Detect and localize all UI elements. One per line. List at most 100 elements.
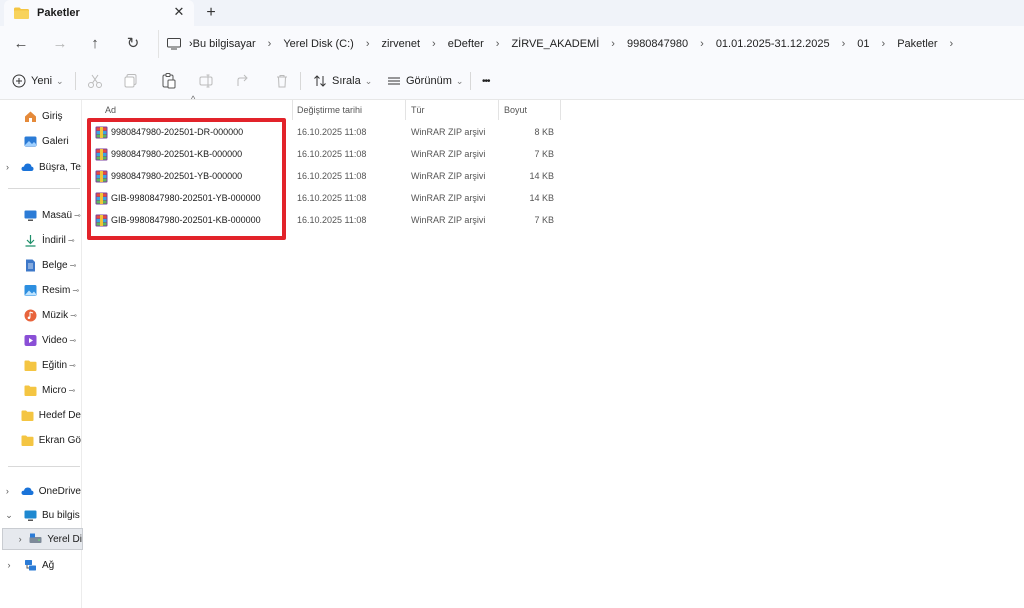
sidebar-item-label: İndiril — [42, 234, 66, 246]
close-tab-icon[interactable]: ✕ — [172, 5, 186, 19]
file-size: 7 KB — [534, 215, 554, 225]
cut-icon[interactable] — [86, 72, 104, 90]
file-row[interactable]: GIB-9980847980-202501-YB-000000 16.10.202… — [82, 188, 562, 210]
chevron-right-icon[interactable]: › — [366, 38, 370, 50]
chevron-right-icon[interactable]: › — [0, 560, 18, 570]
file-row[interactable]: 9980847980-202501-YB-000000 16.10.2025 11… — [82, 166, 562, 188]
share-icon[interactable] — [235, 72, 253, 90]
breadcrumb-label: eDefter — [447, 38, 484, 50]
divider — [8, 466, 80, 467]
breadcrumb-item[interactable]: Yerel Disk (C:) › — [283, 38, 381, 50]
column-divider[interactable] — [292, 100, 293, 120]
column-divider[interactable] — [498, 100, 499, 120]
sidebar-item[interactable]: ⌄ Bu bilgis — [0, 504, 81, 526]
sidebar-item-label: Hedef De — [38, 409, 81, 421]
folder-icon — [24, 385, 37, 396]
sidebar-item[interactable]: Müzik ⊸ — [0, 304, 81, 326]
sidebar-item[interactable]: İndiril ⊸ — [0, 229, 81, 251]
chevron-right-icon[interactable]: › — [950, 38, 954, 50]
pin-icon: ⊸ — [72, 285, 80, 295]
sidebar-item[interactable]: Belge ⊸ — [0, 254, 81, 276]
up-button[interactable]: ↑ — [86, 35, 104, 53]
delete-icon[interactable] — [273, 72, 291, 90]
sidebar-item[interactable]: › OneDrive — [0, 480, 81, 502]
sidebar-item[interactable]: Ekran Gö — [0, 429, 81, 451]
refresh-button[interactable]: ↻ — [124, 35, 142, 53]
sidebar-item[interactable]: Resim ⊸ — [0, 279, 81, 301]
file-type: WinRAR ZIP arşivi — [411, 215, 486, 225]
file-date: 16.10.2025 11:08 — [297, 149, 367, 159]
file-row[interactable]: 9980847980-202501-DR-000000 16.10.2025 11… — [82, 122, 562, 144]
chevron-right-icon[interactable]: › — [882, 38, 886, 50]
column-header-type[interactable]: Tür — [411, 100, 497, 120]
sidebar-item-label: Eğitin — [42, 359, 68, 371]
sidebar-item[interactable]: Video ⊸ — [0, 329, 81, 351]
chevron-right-icon[interactable]: › — [611, 38, 615, 50]
sidebar-item[interactable]: Hedef De — [0, 404, 81, 426]
chevron-right-icon[interactable]: › — [432, 38, 436, 50]
column-header-size[interactable]: Boyut — [504, 100, 560, 120]
chevron-right-icon[interactable]: › — [268, 38, 272, 50]
file-row[interactable]: 9980847980-202501-KB-000000 16.10.2025 11… — [82, 144, 562, 166]
sidebar-item[interactable]: Micro ⊸ — [0, 379, 81, 401]
chevron-right-icon[interactable]: › — [13, 534, 27, 544]
divider — [75, 72, 76, 90]
file-date: 16.10.2025 11:08 — [297, 171, 367, 181]
music-icon — [24, 309, 37, 321]
file-row[interactable]: GIB-9980847980-202501-KB-000000 16.10.202… — [82, 210, 562, 232]
view-button[interactable]: Görünüm ⌄ — [387, 72, 463, 90]
more-options-button[interactable]: ••• — [482, 72, 490, 90]
forward-button[interactable]: → — [51, 35, 69, 53]
paste-icon[interactable] — [160, 72, 178, 90]
breadcrumb-item[interactable]: ZİRVE_AKADEMİ › — [511, 38, 627, 50]
sidebar-item[interactable]: Eğitin ⊸ — [0, 354, 81, 376]
breadcrumb-label: 01 — [857, 38, 870, 50]
winrar-archive-icon — [95, 192, 108, 205]
file-date: 16.10.2025 11:08 — [297, 193, 367, 203]
sidebar-item-label: OneDrive — [38, 485, 81, 497]
file-size: 8 KB — [534, 127, 554, 137]
column-divider[interactable] — [560, 100, 561, 120]
chevron-right-icon[interactable]: › — [0, 486, 15, 496]
breadcrumb-item[interactable]: eDefter › — [448, 38, 512, 50]
sidebar-item-label: Ağ — [42, 559, 55, 571]
navigation-pane: Giriş Galeri › Büşra, Te Masaü ⊸ İndiril ⊸ Belge… — [0, 100, 83, 608]
sidebar-item-label: Belge — [42, 259, 68, 271]
sidebar-item[interactable]: Giriş — [0, 105, 81, 127]
file-type: WinRAR ZIP arşivi — [411, 171, 486, 181]
sidebar-item[interactable]: Galeri — [0, 130, 81, 152]
column-header-date[interactable]: Değiştirme tarihi — [297, 100, 405, 120]
breadcrumb-item[interactable]: 01 › — [857, 38, 897, 50]
breadcrumb-item[interactable]: Paketler › — [897, 38, 965, 50]
address-bar[interactable]: › Bu bilgisayar › Yerel Disk (C:) › zirvenet ›… — [158, 30, 1024, 58]
winrar-archive-icon — [95, 214, 108, 227]
file-date: 16.10.2025 11:08 — [297, 127, 367, 137]
breadcrumb-label: zirvenet — [381, 38, 421, 50]
breadcrumb-item[interactable]: 01.01.2025-31.12.2025 › — [716, 38, 857, 50]
column-divider[interactable] — [405, 100, 406, 120]
rename-icon[interactable] — [198, 72, 216, 90]
chevron-right-icon[interactable]: › — [842, 38, 846, 50]
breadcrumb-item[interactable]: 9980847980 › — [627, 38, 716, 50]
sidebar-item[interactable]: Masaü ⊸ — [0, 204, 81, 226]
new-button[interactable]: Yeni ⌄ — [12, 72, 64, 90]
breadcrumb-item[interactable]: zirvenet › — [382, 38, 448, 50]
chevron-right-icon[interactable]: › — [496, 38, 500, 50]
chevron-right-icon[interactable]: › — [700, 38, 704, 50]
breadcrumb-label: Bu bilgisayar — [192, 38, 256, 50]
new-tab-button[interactable]: + — [202, 4, 220, 22]
breadcrumb-item[interactable]: Bu bilgisayar › — [193, 38, 284, 50]
tab-paketler[interactable]: Paketler ✕ — [4, 0, 194, 26]
sort-button[interactable]: Sırala ⌄ — [313, 72, 372, 90]
sidebar-item[interactable]: › Ağ — [0, 554, 81, 576]
back-button[interactable]: ← — [12, 35, 30, 53]
column-header-name[interactable]: Ad — [105, 100, 291, 120]
file-name: 9980847980-202501-DR-000000 — [111, 127, 244, 137]
chevron-right-icon[interactable]: › — [0, 162, 15, 172]
network-icon — [25, 559, 36, 570]
onedrive-icon — [21, 487, 34, 495]
sidebar-item[interactable]: › Büşra, Te — [0, 156, 81, 178]
chevron-down-icon[interactable]: ⌄ — [0, 510, 18, 521]
copy-icon[interactable] — [122, 72, 140, 90]
sidebar-item[interactable]: › Yerel Di — [2, 528, 83, 550]
